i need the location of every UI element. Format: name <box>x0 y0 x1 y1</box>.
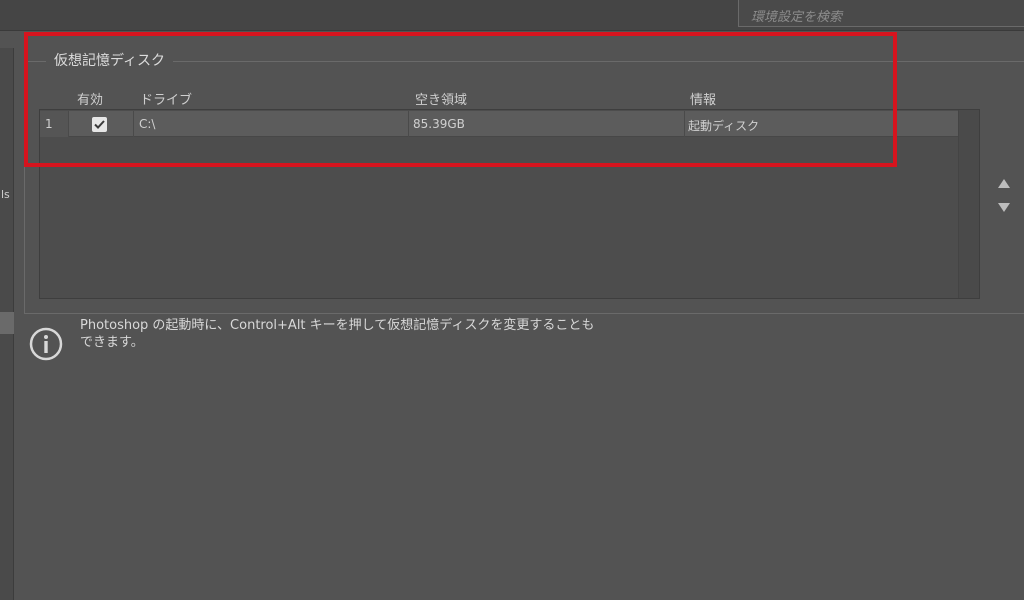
info-message-line-2: できます。 <box>80 335 144 350</box>
top-bar: 環境設定を検索 <box>0 0 1024 31</box>
column-header-enabled[interactable]: 有効 <box>77 89 103 108</box>
info-cell: 起動ディスク <box>688 119 760 133</box>
divider <box>24 313 1024 314</box>
enabled-cell <box>70 111 134 137</box>
move-down-icon[interactable] <box>998 203 1010 212</box>
move-up-icon[interactable] <box>998 179 1010 188</box>
drive-cell: C:\ <box>134 111 409 137</box>
column-header-drive[interactable]: ドライブ <box>140 89 192 108</box>
table-scrollbar[interactable] <box>958 110 979 298</box>
info-message: Photoshop の起動時に、Control+Alt キーを押して仮想記憶ディ… <box>80 317 680 351</box>
column-header-free-space[interactable]: 空き領域 <box>415 89 467 108</box>
free-space-cell: 85.39GB <box>409 111 685 137</box>
sidebar-item-fragment[interactable]: ls <box>1 188 10 201</box>
scratch-disk-table: 1 C:\ 85.39GB 起動ディスク <box>39 109 980 299</box>
row-index: 1 <box>40 111 69 137</box>
info-message-line-1: Photoshop の起動時に、Control+Alt キーを押して仮想記憶ディ… <box>80 318 595 333</box>
sidebar-selected-item[interactable] <box>0 312 14 334</box>
preferences-search-input[interactable]: 環境設定を検索 <box>738 0 1024 27</box>
group-title: 仮想記憶ディスク <box>46 50 174 70</box>
table-row[interactable]: 1 C:\ 85.39GB 起動ディスク <box>40 111 958 137</box>
column-header-info[interactable]: 情報 <box>690 89 716 108</box>
reorder-controls <box>994 176 1014 216</box>
info-icon <box>29 327 63 361</box>
